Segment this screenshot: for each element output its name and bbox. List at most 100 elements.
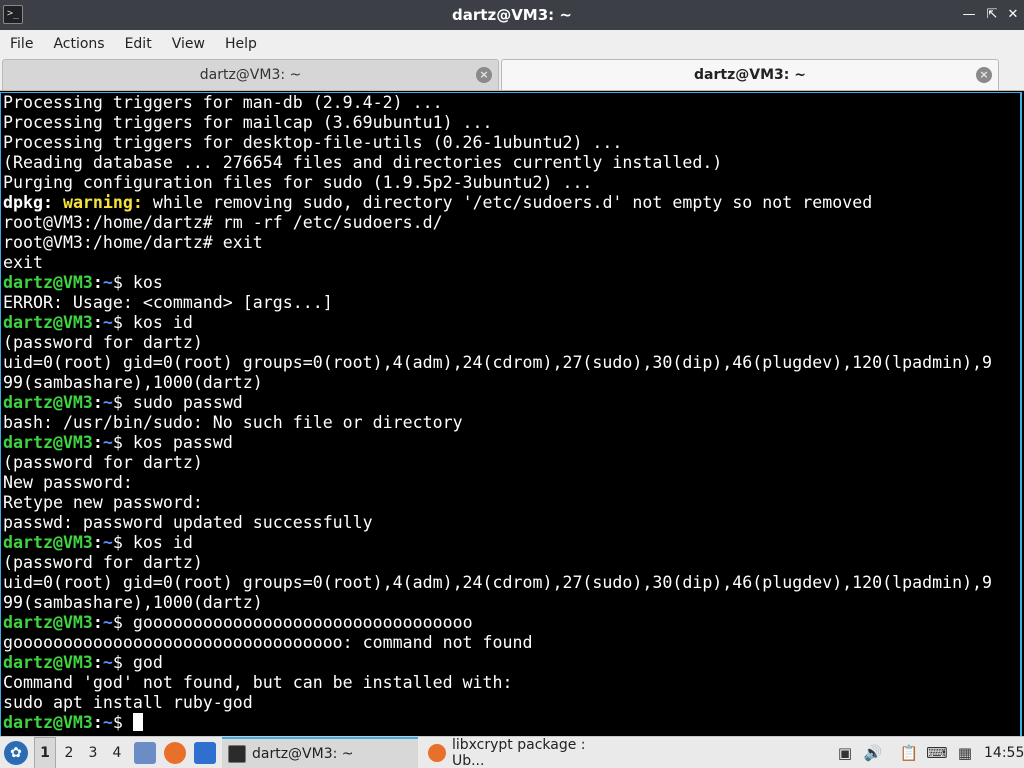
output-text: (password for dartz) xyxy=(3,333,203,352)
menu-edit[interactable]: Edit xyxy=(125,36,152,52)
output-text: bash: /usr/bin/sudo: No such file or dir… xyxy=(3,413,463,432)
prompt-user: dartz@VM3 xyxy=(3,713,93,732)
terminal-line: sudo apt install ruby-god xyxy=(3,693,1003,713)
prompt-path: ~ xyxy=(102,613,113,632)
output-text: Processing triggers for mailcap (3.69ubu… xyxy=(3,113,493,132)
menu-actions[interactable]: Actions xyxy=(53,36,104,52)
output-text: 99(sambashare),1000(dartz) xyxy=(3,593,263,612)
prompt-path: ~ xyxy=(102,393,113,412)
display-icon[interactable]: ▣ xyxy=(834,737,856,768)
tab-label: dartz@VM3: ~ xyxy=(694,67,806,83)
output-text: (Reading database ... 276654 files and d… xyxy=(3,153,723,172)
menu-file[interactable]: File xyxy=(10,36,33,52)
prompt-path: ~ xyxy=(102,713,113,732)
minimize-icon[interactable]: — xyxy=(960,6,978,24)
desktop-icon[interactable] xyxy=(194,742,216,764)
output-text: Purging configuration files for sudo (1.… xyxy=(3,173,593,192)
clipboard-icon[interactable]: 📋 xyxy=(898,737,920,768)
prompt-path: ~ xyxy=(102,433,113,452)
output-text: ERROR: Usage: <command> [args...] xyxy=(3,293,333,312)
prompt-separator: : xyxy=(92,653,103,672)
terminal-line: Processing triggers for man-db (2.9.4-2)… xyxy=(3,93,1003,113)
file-manager-icon[interactable] xyxy=(134,742,156,764)
prompt-symbol: $ xyxy=(112,433,133,452)
terminal-line: Command 'god' not found, but can be inst… xyxy=(3,673,1003,693)
prompt-user: dartz@VM3 xyxy=(3,313,93,332)
task-firefox[interactable]: libxcrypt package : Ub... xyxy=(422,737,622,768)
terminal-line: root@VM3:/home/dartz# exit xyxy=(3,233,1003,253)
prompt-user: dartz@VM3 xyxy=(3,273,93,292)
command-text: god xyxy=(132,653,163,672)
command-text: gooooooooooooooooooooooooooooooooo xyxy=(132,613,473,632)
tab-terminal-1[interactable]: dartz@VM3: ~ × xyxy=(2,59,499,90)
menu-view[interactable]: View xyxy=(172,36,205,52)
command-text: kos xyxy=(132,273,163,292)
menu-bar: File Actions Edit View Help xyxy=(0,30,1024,57)
output-text: gooooooooooooooooooooooooooooooooo: comm… xyxy=(3,633,533,652)
lubuntu-menu-icon[interactable]: ✿ xyxy=(4,741,28,765)
clock: 14:55 xyxy=(984,745,1024,761)
tab-terminal-2[interactable]: dartz@VM3: ~ × xyxy=(501,59,999,90)
terminal-line: dartz@VM3:~$ xyxy=(3,713,1003,733)
menu-help[interactable]: Help xyxy=(225,36,257,52)
tab-label: dartz@VM3: ~ xyxy=(199,67,302,83)
workspace-2[interactable]: 2 xyxy=(58,737,80,768)
terminal-icon xyxy=(228,745,246,763)
command-text: kos id xyxy=(132,313,193,332)
terminal-line: Purging configuration files for sudo (1.… xyxy=(3,173,1003,193)
output-text: uid=0(root) gid=0(root) groups=0(root),4… xyxy=(3,573,993,592)
prompt-user: dartz@VM3 xyxy=(3,613,93,632)
terminal-line: Retype new password: xyxy=(3,493,1003,513)
tab-close-icon[interactable]: × xyxy=(476,67,492,83)
output-text: passwd: password updated successfully xyxy=(3,513,373,532)
workspace-3[interactable]: 3 xyxy=(82,737,104,768)
terminal-line: gooooooooooooooooooooooooooooooooo: comm… xyxy=(3,633,1003,653)
output-text: Command 'god' not found, but can be inst… xyxy=(3,673,513,692)
maximize-icon[interactable]: ⇱ xyxy=(983,6,1001,24)
output-text: Processing triggers for desktop-file-uti… xyxy=(3,133,623,152)
terminal-view[interactable]: Processing triggers for man-db (2.9.4-2)… xyxy=(0,92,1022,736)
terminal-line: passwd: password updated successfully xyxy=(3,513,1003,533)
prompt-symbol: $ xyxy=(112,653,133,672)
prompt-separator: : xyxy=(92,713,103,732)
prompt-path: ~ xyxy=(102,533,113,552)
prompt-symbol: $ xyxy=(112,613,133,632)
output-text: New password: xyxy=(3,473,133,492)
terminal-line: Processing triggers for desktop-file-uti… xyxy=(3,133,1003,153)
prompt-symbol: $ xyxy=(112,713,133,732)
volume-icon[interactable]: 🔊 xyxy=(862,737,884,768)
output-text: while removing sudo, directory '/etc/sud… xyxy=(142,193,873,212)
firefox-icon xyxy=(428,744,446,762)
terminal-line: dpkg: warning: while removing sudo, dire… xyxy=(3,193,1003,213)
terminal-line: (password for dartz) xyxy=(3,453,1003,473)
terminal-line: root@VM3:/home/dartz# rm -rf /etc/sudoer… xyxy=(3,213,1003,233)
prompt-separator: : xyxy=(92,313,103,332)
prompt-symbol: $ xyxy=(112,533,133,552)
close-icon[interactable]: ✕ xyxy=(1004,6,1022,24)
prompt-user: dartz@VM3 xyxy=(3,533,93,552)
terminal-line: dartz@VM3:~$ sudo passwd xyxy=(3,393,1003,413)
prompt-symbol: $ xyxy=(112,313,133,332)
terminal-line: dartz@VM3:~$ goooooooooooooooooooooooooo… xyxy=(3,613,1003,633)
prompt-user: dartz@VM3 xyxy=(3,653,93,672)
terminal-line: (password for dartz) xyxy=(3,333,1003,353)
terminal-line: 99(sambashare),1000(dartz) xyxy=(3,593,1003,613)
prompt-separator: : xyxy=(92,433,103,452)
terminal-line: (password for dartz) xyxy=(3,553,1003,573)
firefox-icon[interactable] xyxy=(164,742,186,764)
terminal-line: Processing triggers for mailcap (3.69ubu… xyxy=(3,113,1003,133)
terminal-line: 99(sambashare),1000(dartz) xyxy=(3,373,1003,393)
workspace-4[interactable]: 4 xyxy=(106,737,128,768)
task-terminal[interactable]: dartz@VM3: ~ xyxy=(222,737,418,768)
network-icon[interactable]: ▦ xyxy=(954,737,976,768)
tab-close-icon[interactable]: × xyxy=(976,67,992,83)
command-text: sudo passwd xyxy=(132,393,243,412)
terminal-line: exit xyxy=(3,253,1003,273)
task-label: libxcrypt package : Ub... xyxy=(451,737,586,768)
output-text: sudo apt install ruby-god xyxy=(3,693,253,712)
workspace-1[interactable]: 1 xyxy=(34,737,56,768)
keyboard-icon[interactable]: ⌨ xyxy=(926,737,948,768)
prompt-path: ~ xyxy=(102,313,113,332)
terminal-line: dartz@VM3:~$ kos id xyxy=(3,533,1003,553)
prompt-separator: : xyxy=(92,613,103,632)
